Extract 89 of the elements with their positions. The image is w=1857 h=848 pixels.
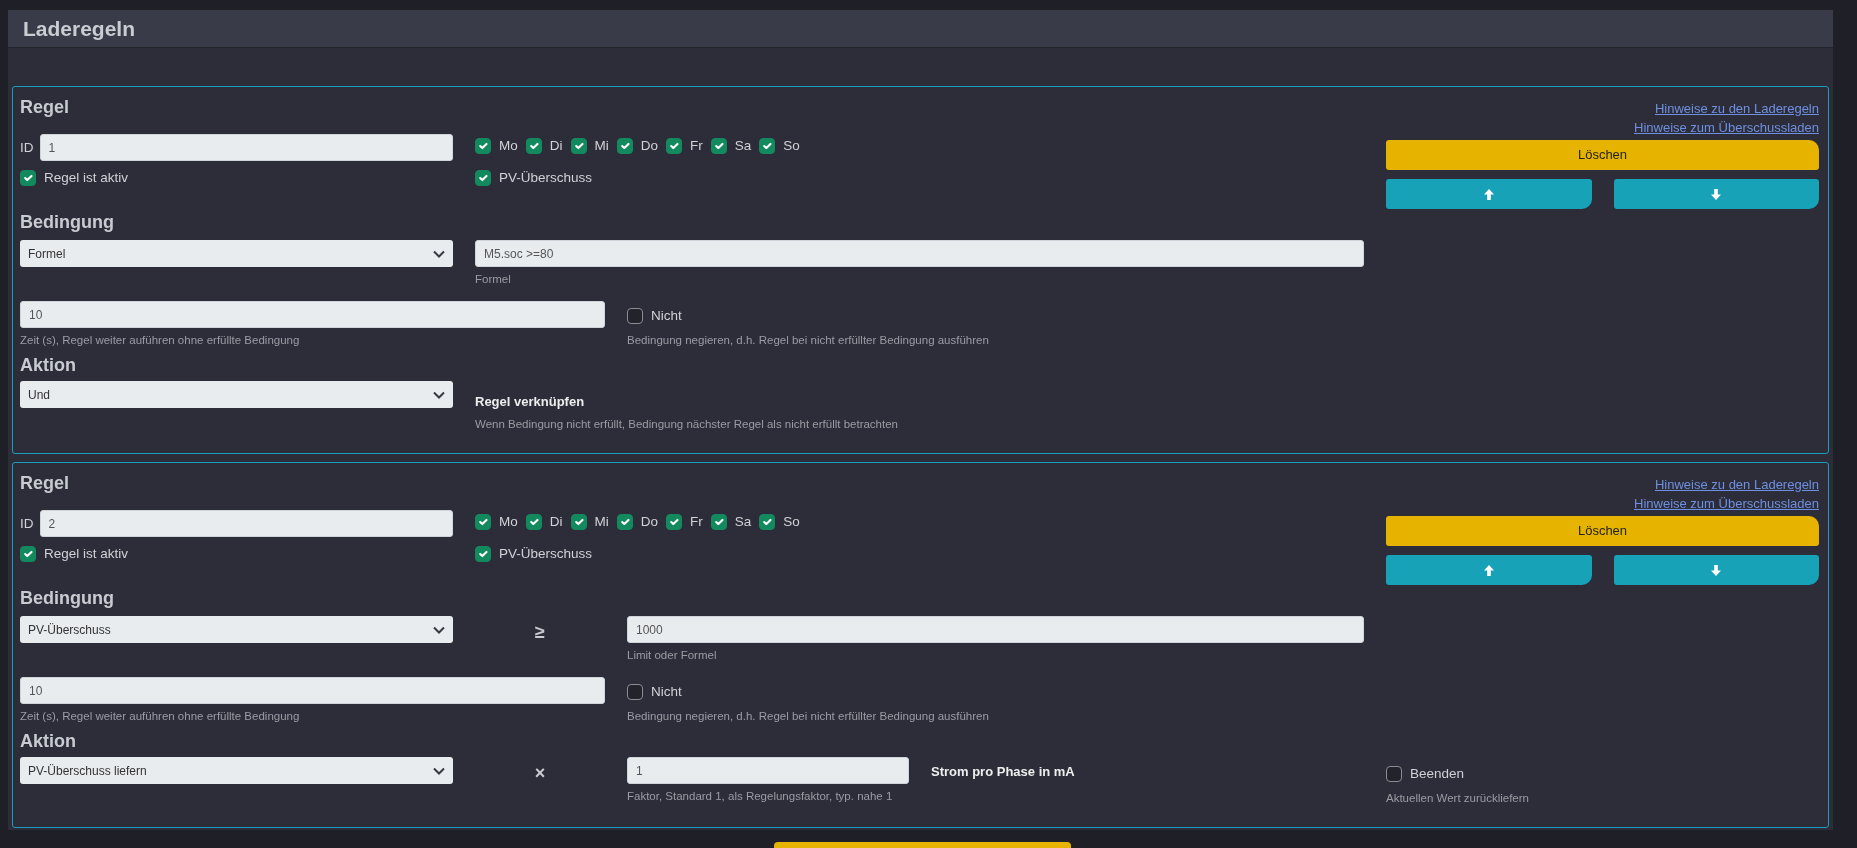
weekday-label[interactable]: Do — [640, 513, 659, 531]
checkbox[interactable] — [525, 514, 542, 530]
field-hint: Zeit (s), Regel weiter auführen ohne erfüllte Bedingung — [20, 709, 301, 723]
field-hint: Faktor, Standard 1, als Regelungsfaktor, typ. nahe 1 — [627, 789, 894, 803]
arrow-up-icon — [1482, 187, 1495, 201]
dropdown[interactable]: PV-Überschuss liefern — [20, 757, 453, 784]
page-title: Laderegeln — [23, 15, 136, 42]
time-field[interactable]: 10 — [20, 301, 605, 328]
section-heading: Bedingung — [20, 211, 115, 233]
chevron-down-icon — [433, 390, 445, 399]
weekday-label[interactable]: Sa — [734, 513, 752, 531]
checkbox-label[interactable]: PV-Überschuss — [499, 545, 593, 563]
help-link[interactable]: Hinweise zum Überschussladen — [1634, 494, 1819, 513]
weekday-label[interactable]: Fr — [690, 513, 703, 531]
checkbox[interactable] — [759, 138, 776, 154]
checkbox[interactable] — [475, 170, 491, 186]
section-heading: Regel — [20, 472, 71, 494]
checkbox[interactable] — [20, 170, 36, 186]
field-hint: Formel — [475, 272, 512, 286]
dropdown[interactable]: Und — [20, 381, 453, 408]
section-heading: Aktion — [20, 354, 77, 376]
field-hint: Bedingung negieren, d.h. Regel bei nicht erfüllter Bedingung ausführen — [627, 333, 990, 347]
weekday-label[interactable]: Mo — [499, 137, 518, 155]
weekday-label[interactable]: So — [783, 513, 800, 531]
checkbox[interactable] — [627, 684, 643, 700]
section-heading: Bedingung — [20, 587, 115, 609]
field-hint: Limit oder Formel — [627, 648, 718, 662]
checkbox[interactable] — [759, 514, 776, 530]
dropdown[interactable]: PV-Überschuss — [20, 616, 453, 643]
checkbox[interactable] — [666, 138, 683, 154]
field-hint: Wenn Bedingung nicht erfüllt, Bedingung nächster Regel als nicht erfüllt betrachten — [475, 417, 899, 431]
condition-field[interactable]: 1000 — [627, 616, 1364, 643]
checkbox[interactable] — [616, 138, 633, 154]
arrow-up-icon — [1482, 563, 1495, 577]
operator-symbol: × — [534, 762, 546, 785]
field-label: ID — [20, 138, 34, 157]
checkbox[interactable] — [20, 546, 36, 562]
factor-field[interactable]: 1 — [627, 757, 909, 784]
operator-symbol: ≥ — [535, 621, 545, 644]
checkbox[interactable] — [710, 514, 727, 530]
id-field[interactable]: 2 — [39, 510, 453, 537]
weekday-label[interactable]: Mo — [499, 513, 518, 531]
time-field[interactable]: 10 — [20, 677, 605, 704]
checkbox[interactable] — [475, 514, 491, 530]
weekday-label[interactable]: Mi — [594, 513, 609, 531]
checkbox-label[interactable]: Nicht — [651, 683, 682, 701]
field-hint: Bedingung negieren, d.h. Regel bei nicht erfüllter Bedingung ausführen — [627, 709, 990, 723]
chevron-down-icon — [433, 625, 445, 634]
checkbox[interactable] — [616, 514, 633, 530]
checkbox-label[interactable]: Nicht — [651, 307, 682, 325]
id-field[interactable]: 1 — [39, 134, 453, 161]
checkbox[interactable] — [710, 138, 727, 154]
checkbox[interactable] — [525, 138, 542, 154]
checkbox[interactable] — [1386, 766, 1402, 782]
delete-button[interactable]: Löschen — [1386, 516, 1819, 546]
arrow-down-icon — [1710, 563, 1723, 577]
help-link[interactable]: Hinweise zu den Laderegeln — [1654, 475, 1819, 494]
help-link[interactable]: Hinweise zu den Laderegeln — [1654, 99, 1819, 118]
weekday-label[interactable]: Do — [640, 137, 659, 155]
chevron-down-icon — [433, 249, 445, 258]
option-label: Regel verknüpfen — [475, 393, 586, 411]
help-link[interactable]: Hinweise zum Überschussladen — [1634, 118, 1819, 137]
checkbox[interactable] — [666, 514, 683, 530]
weekday-label[interactable]: So — [783, 137, 800, 155]
arrow-down-icon — [1710, 187, 1723, 201]
field-hint: Aktuellen Wert zurückliefern — [1386, 791, 1530, 805]
checkbox[interactable] — [627, 308, 643, 324]
checkbox-label[interactable]: Beenden — [1410, 765, 1465, 783]
checkbox-label[interactable]: Regel ist aktiv — [44, 545, 129, 563]
weekday-label[interactable]: Di — [549, 513, 563, 531]
weekday-label[interactable]: Di — [549, 137, 563, 155]
weekday-label[interactable]: Mi — [594, 137, 609, 155]
checkbox[interactable] — [475, 546, 491, 562]
dropdown[interactable]: Formel — [20, 240, 453, 267]
section-heading: Aktion — [20, 730, 77, 752]
field-hint: Zeit (s), Regel weiter auführen ohne erfüllte Bedingung — [20, 333, 301, 347]
weekday-label[interactable]: Sa — [734, 137, 752, 155]
delete-button[interactable]: Löschen — [1386, 140, 1819, 170]
unit-label: Strom pro Phase in mA — [931, 763, 1076, 781]
checkbox[interactable] — [570, 138, 587, 154]
condition-field[interactable]: M5.soc >=80 — [475, 240, 1364, 267]
chevron-down-icon — [433, 766, 445, 775]
section-heading: Regel — [20, 96, 71, 118]
checkbox-label[interactable]: PV-Überschuss — [499, 169, 593, 187]
checkbox[interactable] — [475, 138, 491, 154]
checkbox-label[interactable]: Regel ist aktiv — [44, 169, 129, 187]
checkbox[interactable] — [570, 514, 587, 530]
field-label: ID — [20, 514, 34, 533]
weekday-label[interactable]: Fr — [690, 137, 703, 155]
